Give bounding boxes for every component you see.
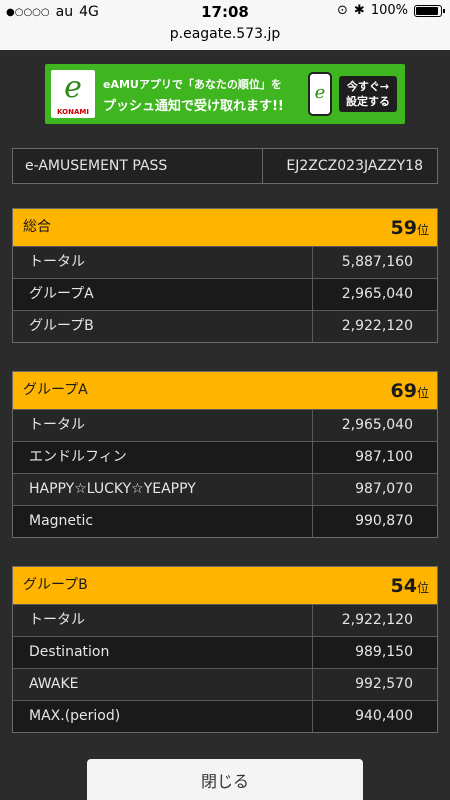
row-score: 2,922,120 [341, 612, 413, 628]
row-score: 992,570 [355, 676, 413, 692]
row-score: 989,150 [355, 644, 413, 660]
pass-label: e-AMUSEMENT PASS [13, 149, 263, 183]
section-rank: 59位 [391, 213, 429, 245]
rank-unit: 位 [416, 581, 429, 595]
bluetooth-icon: ✱ [353, 3, 365, 18]
row-name: AWAKE [13, 669, 313, 700]
section-header: グループB 54位 [13, 567, 437, 604]
eamusement-pass-row: e-AMUSEMENT PASS EJ2ZCZ023JAZZY18 [12, 148, 438, 184]
table-row: トータル 2,965,040 [13, 409, 437, 441]
table-row: グループA 2,965,040 [13, 278, 437, 310]
setup-button-line1: 今すぐ→ [346, 80, 390, 93]
table-row: トータル 5,887,160 [13, 246, 437, 278]
battery-percent: 100% [370, 3, 408, 18]
eamu-logo: e KONAMI [51, 70, 95, 118]
row-score: 2,922,120 [341, 318, 413, 334]
banner-text-line1: eAMUアプリで「あなたの順位」を [103, 78, 282, 91]
eamu-app-banner[interactable]: e KONAMI eAMUアプリで「あなたの順位」を プッシュ通知で受け取れます… [45, 64, 405, 124]
section-title: グループA [23, 382, 88, 398]
table-row: エンドルフィン 987,100 [13, 441, 437, 473]
row-name: Magnetic [13, 506, 313, 537]
e-logo-icon: e [64, 70, 82, 105]
rotation-lock-icon: ⊙ [337, 3, 348, 18]
status-right: ⊙ ✱ 100% [337, 3, 445, 18]
row-name: MAX.(period) [13, 701, 313, 732]
ranking-section-overall: 総合 59位 トータル 5,887,160 グループA 2,965,040 グループ… [12, 208, 438, 343]
banner-text-line2: プッシュ通知で受け取れます!! [103, 99, 284, 114]
rank-number: 59 [390, 217, 417, 239]
row-name: HAPPY☆LUCKY☆YEAPPY [13, 474, 313, 505]
table-row: トータル 2,922,120 [13, 604, 437, 636]
row-score: 940,400 [355, 708, 413, 724]
row-score: 990,870 [355, 513, 413, 529]
konami-logo: KONAMI [57, 108, 89, 116]
row-score: 987,100 [355, 449, 413, 465]
section-rank: 54位 [391, 571, 429, 603]
table-row: グループB 2,922,120 [13, 310, 437, 342]
row-name: グループA [13, 279, 313, 310]
pass-id: EJ2ZCZ023JAZZY18 [286, 158, 423, 174]
rank-number: 54 [390, 575, 417, 597]
section-title: 総合 [23, 219, 51, 235]
battery-icon [414, 4, 445, 17]
rank-unit: 位 [416, 386, 429, 400]
table-row: Destination 989,150 [13, 636, 437, 668]
table-row: HAPPY☆LUCKY☆YEAPPY 987,070 [13, 473, 437, 505]
table-row: AWAKE 992,570 [13, 668, 437, 700]
row-name: Destination [13, 637, 313, 668]
section-rank: 69位 [391, 376, 429, 408]
row-score: 5,887,160 [341, 254, 413, 270]
row-name: トータル [13, 247, 313, 278]
setup-now-button[interactable]: 今すぐ→ 設定する [339, 76, 397, 112]
section-header: グループA 69位 [13, 372, 437, 409]
smartphone-icon: e [308, 72, 332, 116]
section-header: 総合 59位 [13, 209, 437, 246]
row-name: トータル [13, 605, 313, 636]
setup-button-line2: 設定する [346, 95, 390, 108]
url-bar[interactable]: p.eagate.573.jp [0, 26, 450, 42]
status-bar: ●○○○○ au 4G 17:08 ⊙ ✱ 100% p.eagate.573.… [0, 0, 450, 50]
row-name: トータル [13, 410, 313, 441]
row-score: 2,965,040 [341, 286, 413, 302]
table-row: MAX.(period) 940,400 [13, 700, 437, 732]
row-score: 987,070 [355, 481, 413, 497]
row-name: エンドルフィン [13, 442, 313, 473]
rank-number: 69 [390, 380, 417, 402]
ranking-section-group-b: グループB 54位 トータル 2,922,120 Destination 989,1… [12, 566, 438, 733]
ranking-section-group-a: グループA 69位 トータル 2,965,040 エンドルフィン 987,100 H… [12, 371, 438, 538]
close-button[interactable]: 閉じる [87, 759, 363, 800]
battery-fill [416, 6, 438, 15]
row-name: グループB [13, 311, 313, 342]
row-score: 2,965,040 [341, 417, 413, 433]
section-title: グループB [23, 577, 88, 593]
table-row: Magnetic 990,870 [13, 505, 437, 537]
rank-unit: 位 [416, 223, 429, 237]
